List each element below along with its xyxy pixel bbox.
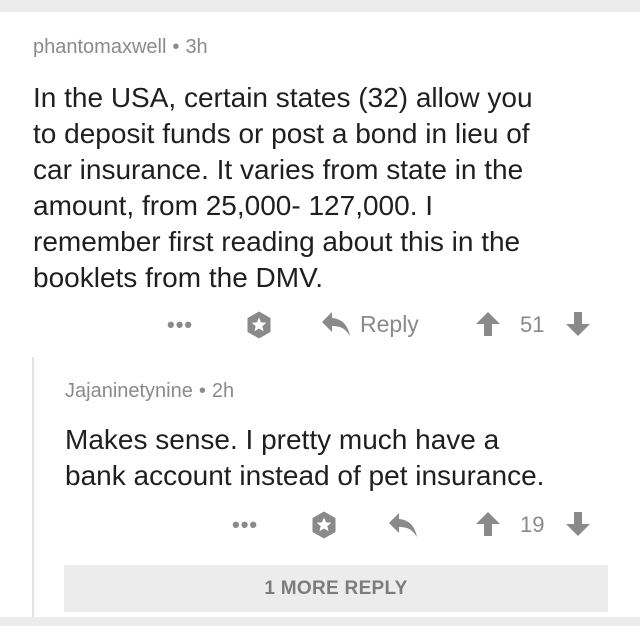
downvote-arrow-icon [564, 310, 592, 338]
author-name[interactable]: Jajaninetynine [65, 380, 193, 402]
comment-body-line: remember first reading about this in the [33, 226, 521, 257]
comment-body-line: car insurance. It varies from state in t… [33, 154, 524, 185]
reply-label: Reply [360, 310, 419, 337]
downvote-arrow-icon [564, 510, 592, 538]
upvote-arrow-icon [474, 310, 502, 338]
star-badge-icon [309, 510, 339, 540]
save-button[interactable] [244, 310, 274, 340]
upvote-arrow-icon [474, 510, 502, 538]
comment-body-line: bank account instead of pet insurance. [65, 460, 545, 491]
star-badge-icon [244, 310, 274, 340]
comment-age: 2h [211, 380, 235, 402]
downvote-button[interactable] [564, 510, 592, 538]
comment-body-line: In the USA, certain states (32) allow yo… [33, 82, 533, 113]
meta-separator: • [172, 36, 180, 58]
reply-arrow-icon [320, 310, 352, 338]
top-divider [0, 0, 640, 12]
reply-button[interactable]: Reply [320, 310, 419, 338]
bottom-divider [0, 617, 640, 626]
save-button[interactable] [309, 510, 339, 540]
comment-body-line: Makes sense. I pretty much have a [65, 424, 500, 455]
thread-indent-line [32, 357, 34, 619]
comment-body-line: amount, from 25,000- 127,000. I [33, 190, 434, 221]
more-options-button[interactable]: ••• [167, 312, 193, 338]
upvote-button[interactable] [474, 310, 502, 338]
comment-body: In the USA, certain states (32) allow yo… [33, 80, 533, 296]
author-name[interactable]: phantomaxwell [33, 36, 166, 58]
reply-button[interactable] [387, 511, 419, 539]
comment-meta: Jajaninetynine • 2h [65, 380, 234, 403]
load-more-replies-button[interactable]: 1 MORE REPLY [64, 565, 608, 612]
upvote-button[interactable] [474, 510, 502, 538]
more-options-button[interactable]: ••• [232, 512, 258, 538]
downvote-button[interactable] [564, 310, 592, 338]
vote-score: 51 [520, 312, 545, 337]
comment-body-line: booklets from the DMV. [33, 262, 323, 293]
comment-body: Makes sense. I pretty much have a bank a… [65, 422, 544, 494]
reply-arrow-icon [387, 511, 419, 539]
comment-meta: phantomaxwell • 3h [33, 36, 208, 59]
comment-age: 3h [185, 36, 208, 58]
comment-body-line: to deposit funds or post a bond in lieu … [33, 118, 530, 149]
meta-separator: • [198, 380, 206, 402]
vote-score: 19 [520, 512, 545, 537]
